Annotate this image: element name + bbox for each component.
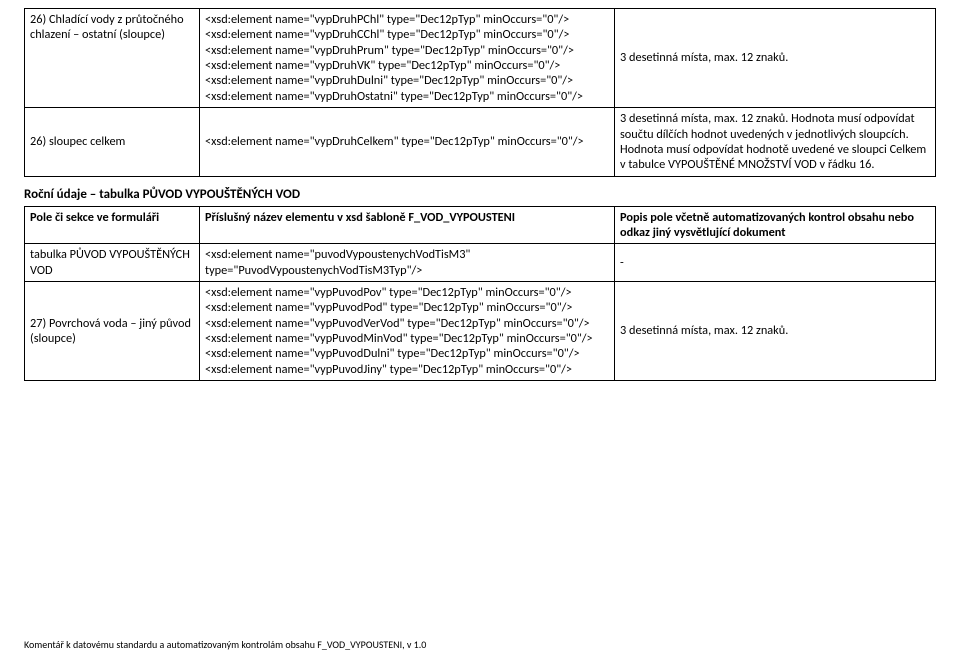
- cell-xsd: <xsd:element name="puvodVypoustenychVodT…: [200, 244, 615, 282]
- table-header-row: Pole či sekce ve formuláři Příslušný náz…: [25, 206, 936, 244]
- col-header-xsd-element: Příslušný název elementu v xsd šabloně F…: [200, 206, 615, 244]
- table-row: 26) sloupec celkem <xsd:element name="vy…: [25, 108, 936, 176]
- cell-desc: 3 desetinná místa, max. 12 znaků.: [615, 282, 936, 381]
- cell-label: 27) Povrchová voda – jiný původ (sloupce…: [25, 282, 200, 381]
- cell-label: 26) Chladící vody z průtočného chlazení …: [25, 9, 200, 108]
- cell-xsd: <xsd:element name="vypDruhPChl" type="De…: [200, 9, 615, 108]
- table-row: 26) Chladící vody z průtočného chlazení …: [25, 9, 936, 108]
- cell-label: tabulka PŮVOD VYPOUŠTĚNÝCH VOD: [25, 244, 200, 282]
- section-heading: Roční údaje – tabulka PŮVOD VYPOUŠTĚNÝCH…: [24, 187, 936, 202]
- table-top: 26) Chladící vody z průtočného chlazení …: [24, 8, 936, 177]
- col-header-description: Popis pole včetně automatizovaných kontr…: [615, 206, 936, 244]
- col-header-form-field: Pole či sekce ve formuláři: [25, 206, 200, 244]
- cell-xsd: <xsd:element name="vypDruhCelkem" type="…: [200, 108, 615, 176]
- cell-label: 26) sloupec celkem: [25, 108, 200, 176]
- table-bottom: Pole či sekce ve formuláři Příslušný náz…: [24, 206, 936, 382]
- page-footer: Komentář k datovému standardu a automati…: [24, 638, 426, 651]
- cell-xsd: <xsd:element name="vypPuvodPov" type="De…: [200, 282, 615, 381]
- table-row: 27) Povrchová voda – jiný původ (sloupce…: [25, 282, 936, 381]
- cell-desc: 3 desetinná místa, max. 12 znaků. Hodnot…: [615, 108, 936, 176]
- cell-desc: 3 desetinná místa, max. 12 znaků.: [615, 9, 936, 108]
- cell-desc: -: [615, 244, 936, 282]
- table-row: tabulka PŮVOD VYPOUŠTĚNÝCH VOD <xsd:elem…: [25, 244, 936, 282]
